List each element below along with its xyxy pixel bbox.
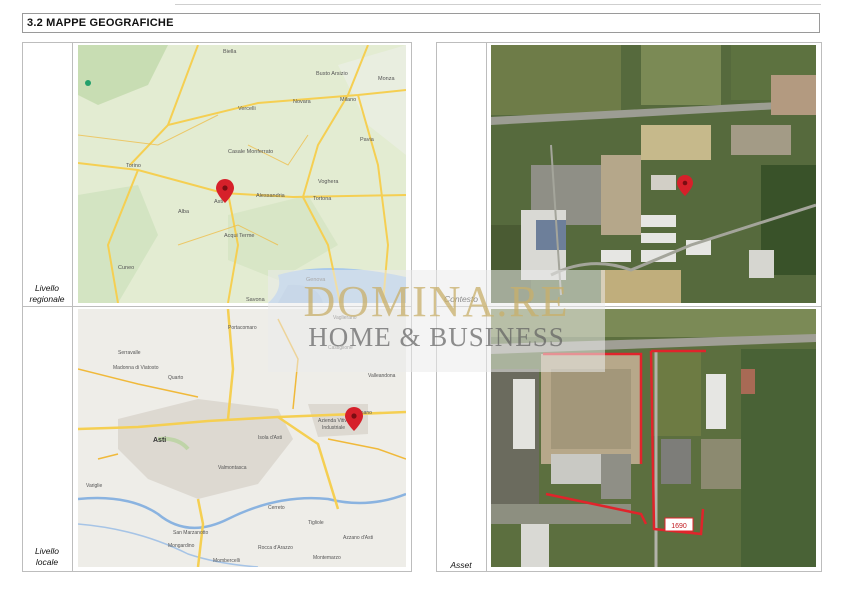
svg-text:Mongardino: Mongardino xyxy=(168,543,195,549)
label-regional-line1: Livello xyxy=(34,283,60,293)
svg-text:Monza: Monza xyxy=(378,76,395,82)
svg-text:Cerreto: Cerreto xyxy=(268,505,285,511)
left-column-divider xyxy=(72,42,73,572)
plot-number-label: 1690 xyxy=(671,523,687,530)
svg-text:Tortona: Tortona xyxy=(313,196,332,202)
svg-text:Vaglierano: Vaglierano xyxy=(333,315,357,321)
svg-text:Alessandria: Alessandria xyxy=(256,193,286,199)
svg-text:Tigliole: Tigliole xyxy=(308,520,324,526)
left-row-divider xyxy=(22,306,412,307)
svg-text:Azzano d'Asti: Azzano d'Asti xyxy=(343,535,373,541)
svg-text:Rocca d'Arazzo: Rocca d'Arazzo xyxy=(258,545,293,551)
svg-text:Casale Monferrato: Casale Monferrato xyxy=(228,149,273,155)
section-title: 3.2 MAPPE GEOGRAFICHE xyxy=(27,17,174,29)
local-map[interactable]: Asti Madonna di Viatosto Serravalle Port… xyxy=(78,309,406,567)
svg-text:Valmontasca: Valmontasca xyxy=(218,465,247,471)
svg-text:Valleandona: Valleandona xyxy=(368,373,396,379)
label-local-level: Livello locale xyxy=(24,546,70,568)
svg-text:Alba: Alba xyxy=(178,209,190,215)
right-row-divider xyxy=(436,306,822,307)
label-asset: Asset xyxy=(450,560,472,570)
svg-text:Milano: Milano xyxy=(340,97,356,103)
svg-text:Pavia: Pavia xyxy=(360,137,375,143)
asset-aerial-map[interactable]: 1690 xyxy=(491,309,816,567)
svg-text:Asti: Asti xyxy=(153,437,166,444)
svg-text:Genova: Genova xyxy=(306,277,326,283)
svg-text:Variglie: Variglie xyxy=(86,483,103,489)
svg-text:Mombercelli: Mombercelli xyxy=(213,558,240,564)
section-header: 3.2 MAPPE GEOGRAFICHE xyxy=(22,13,820,33)
svg-text:Madonna di Viatosto: Madonna di Viatosto xyxy=(113,365,159,371)
label-regional-line2: regionale xyxy=(29,294,65,304)
label-regional-level: Livello regionale xyxy=(24,283,70,305)
svg-text:Vercelli: Vercelli xyxy=(238,106,256,112)
svg-text:Castiglione: Castiglione xyxy=(328,345,353,351)
header-rule xyxy=(175,4,821,5)
regional-map[interactable]: Biella Busto Arsizio Monza Novara Milano… xyxy=(78,45,406,303)
svg-text:Busto Arsizio: Busto Arsizio xyxy=(316,71,348,77)
right-column-divider xyxy=(486,42,487,572)
svg-text:Serravalle: Serravalle xyxy=(118,350,141,356)
svg-text:Voghera: Voghera xyxy=(318,179,339,185)
svg-text:Quarto: Quarto xyxy=(168,375,184,381)
svg-text:Torino: Torino xyxy=(126,163,141,169)
svg-text:Montemarzo: Montemarzo xyxy=(313,555,341,561)
label-local-line2: locale xyxy=(35,557,59,567)
svg-text:Portacomaro: Portacomaro xyxy=(228,325,257,331)
svg-text:Acqui Terme: Acqui Terme xyxy=(224,233,254,239)
label-context: Contesto xyxy=(443,294,479,304)
svg-text:Industriale: Industriale xyxy=(322,425,345,431)
svg-text:Asti: Asti xyxy=(214,199,223,205)
svg-text:Biella: Biella xyxy=(223,49,237,55)
context-aerial-map[interactable] xyxy=(491,45,816,303)
svg-text:Isola d'Asti: Isola d'Asti xyxy=(258,435,282,441)
svg-text:San Marzanotto: San Marzanotto xyxy=(173,530,209,536)
svg-text:Cuneo: Cuneo xyxy=(118,265,134,271)
svg-text:Novara: Novara xyxy=(293,99,312,105)
label-local-line1: Livello xyxy=(34,546,60,556)
svg-text:Savona: Savona xyxy=(246,297,266,303)
